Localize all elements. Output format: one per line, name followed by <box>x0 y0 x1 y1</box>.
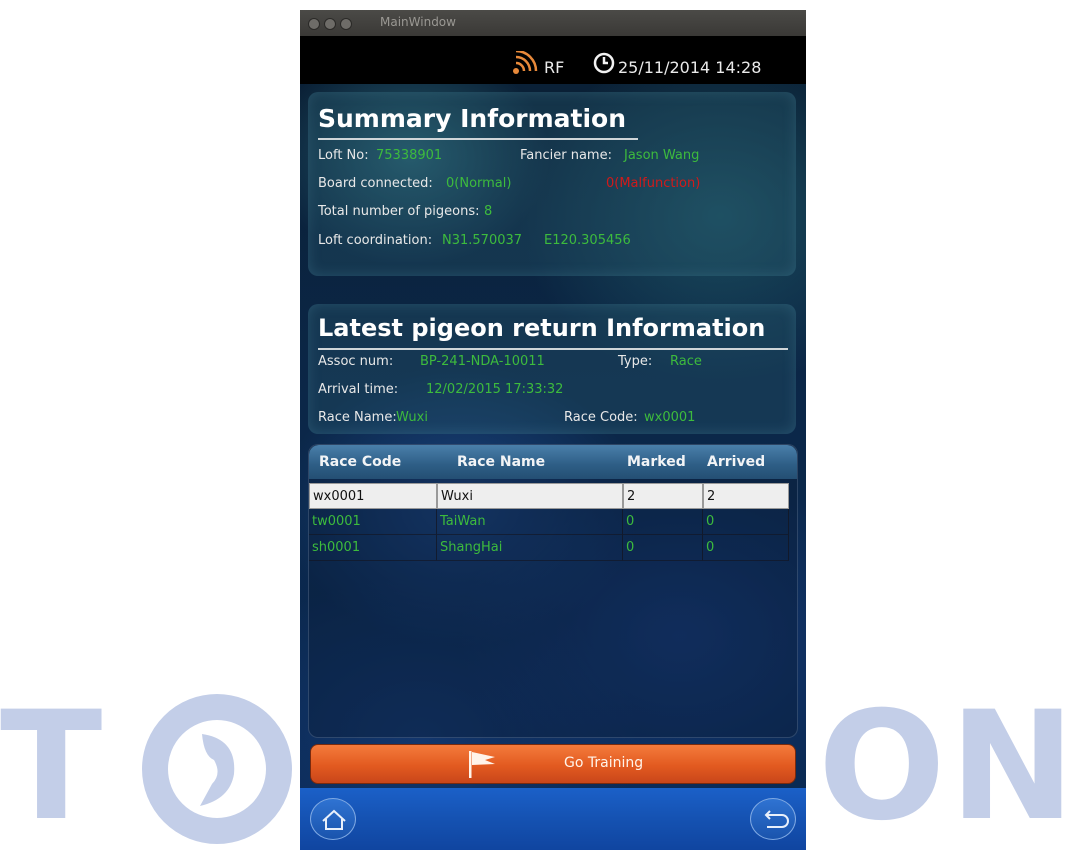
cell-race-name: Wuxi <box>437 483 623 509</box>
total-pigeons-value: 8 <box>484 204 493 219</box>
fancier-name-value: Jason Wang <box>624 148 700 163</box>
back-button[interactable] <box>750 798 796 840</box>
loft-coordination-n: N31.570037 <box>442 233 523 248</box>
app-area: RF 25/11/2014 14:28 Summary Information … <box>300 36 806 850</box>
assoc-num-value: BP-241-NDA-10011 <box>420 354 545 369</box>
status-bar: RF 25/11/2014 14:28 <box>300 36 806 84</box>
race-code-label: Race Code: <box>564 410 638 425</box>
cell-marked: 2 <box>623 483 703 509</box>
loft-coordination-e: E120.305456 <box>544 233 631 248</box>
race-table-header: Race Code Race Name Marked Arrived <box>309 445 797 479</box>
header-arrived[interactable]: Arrived <box>707 454 765 470</box>
datetime-display: 25/11/2014 14:28 <box>618 58 762 77</box>
board-connected-value: 0(Normal) <box>446 176 512 191</box>
cell-marked: 0 <box>623 535 703 561</box>
table-row[interactable]: wx0001 Wuxi 2 2 <box>309 483 795 509</box>
arrival-time-value: 12/02/2015 17:33:32 <box>426 382 564 397</box>
board-error-value: 0(Malfunction) <box>606 176 701 191</box>
title-bar: MainWindow <box>300 10 806 36</box>
main-window: MainWindow RF 25/11/2014 14:28 Summary I… <box>300 10 806 850</box>
cell-race-code: sh0001 <box>309 535 437 561</box>
rf-signal-icon <box>513 51 538 74</box>
summary-panel: Summary Information Loft No: 75338901 Fa… <box>308 92 796 276</box>
watermark-letter-t: T <box>0 680 103 854</box>
summary-title: Summary Information <box>318 104 626 133</box>
table-row[interactable]: tw0001 TaiWan 0 0 <box>309 509 795 535</box>
race-table: Race Code Race Name Marked Arrived wx000… <box>308 444 798 738</box>
back-icon <box>764 810 789 828</box>
race-name-value: Wuxi <box>396 410 428 425</box>
type-value: Race <box>670 354 702 369</box>
window-title: MainWindow <box>380 15 456 29</box>
go-training-label: Go Training <box>564 755 644 771</box>
loft-no-label: Loft No: <box>318 148 369 163</box>
latest-return-divider <box>318 348 788 350</box>
watermark-letters-on: ON <box>818 680 1080 854</box>
loft-no-value: 75338901 <box>376 148 443 163</box>
arrival-time-label: Arrival time: <box>318 382 399 397</box>
table-row[interactable]: sh0001 ShangHai 0 0 <box>309 535 795 561</box>
assoc-num-label: Assoc num: <box>318 354 394 369</box>
fancier-name-label: Fancier name: <box>520 148 612 163</box>
cell-arrived: 2 <box>703 483 789 509</box>
cell-race-name: ShangHai <box>437 535 623 561</box>
close-window-button[interactable] <box>308 18 320 30</box>
type-label: Type: <box>618 354 653 369</box>
loft-coordination-label: Loft coordination: <box>318 233 433 248</box>
cell-marked: 0 <box>623 509 703 535</box>
total-pigeons-label: Total number of pigeons: <box>318 204 480 219</box>
bottom-nav-bar <box>300 788 806 850</box>
home-icon <box>322 809 346 830</box>
clock-icon <box>593 52 615 74</box>
header-race-code[interactable]: Race Code <box>319 454 401 470</box>
latest-return-panel: Latest pigeon return Information Assoc n… <box>308 304 796 434</box>
latest-return-title: Latest pigeon return Information <box>318 314 766 342</box>
header-marked[interactable]: Marked <box>627 454 686 470</box>
cell-race-name: TaiWan <box>437 509 623 535</box>
race-code-value: wx0001 <box>644 410 696 425</box>
header-race-name[interactable]: Race Name <box>457 454 545 470</box>
maximize-window-button[interactable] <box>340 18 352 30</box>
cell-race-code: wx0001 <box>309 483 437 509</box>
cell-arrived: 0 <box>703 535 789 561</box>
go-training-button[interactable]: Go Training <box>310 744 796 784</box>
race-name-label: Race Name: <box>318 410 397 425</box>
pigeon-logo-icon <box>142 694 292 844</box>
summary-divider <box>318 138 638 140</box>
cell-race-code: tw0001 <box>309 509 437 535</box>
cell-arrived: 0 <box>703 509 789 535</box>
rf-label: RF <box>544 58 565 77</box>
minimize-window-button[interactable] <box>324 18 336 30</box>
board-connected-label: Board connected: <box>318 176 433 191</box>
flag-icon <box>469 751 495 778</box>
home-button[interactable] <box>310 798 356 840</box>
